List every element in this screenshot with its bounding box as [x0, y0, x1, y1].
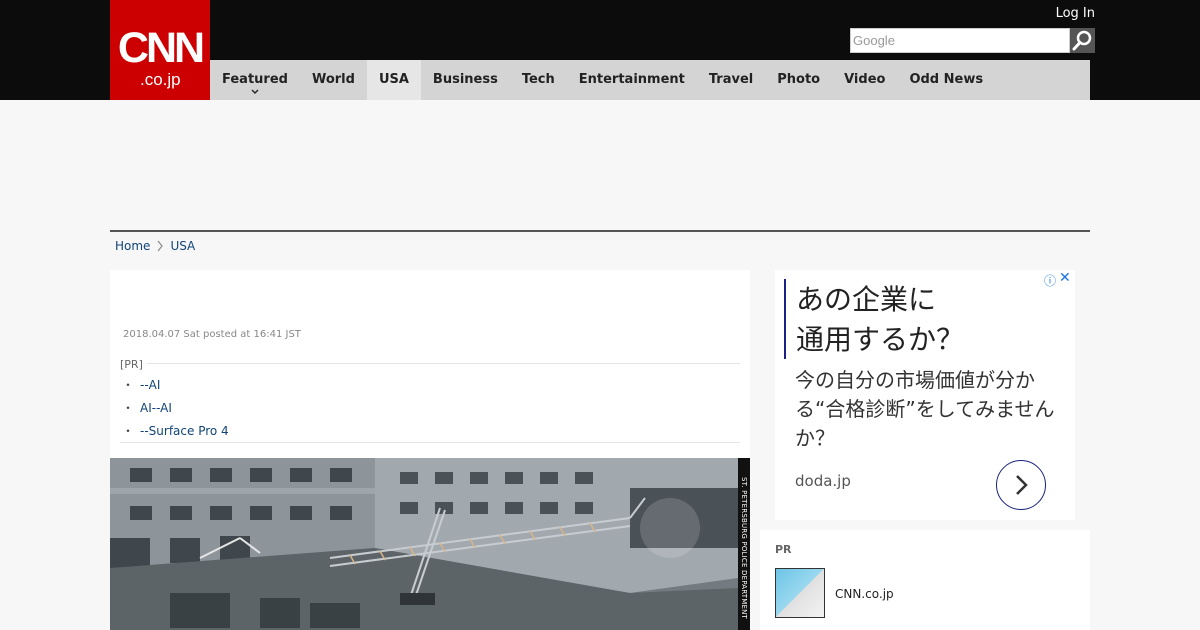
search-button[interactable] [1070, 28, 1095, 53]
pr-link[interactable]: --Surface Pro 4 [140, 424, 229, 438]
nav-item-entertainment[interactable]: Entertainment [567, 60, 697, 100]
pr-divider-bottom [120, 442, 740, 443]
article-photo: ST. PETERSBURG POLICE DEPARTMENT [110, 458, 750, 630]
crane-collapse-illustration [110, 458, 738, 630]
pr-divider-top [120, 363, 740, 364]
nav-item-label: Tech [521, 72, 555, 87]
nav-item-label: World [311, 72, 355, 87]
logo-main-text: CNN [117, 24, 205, 72]
article-date: 2018.04.07 Sat posted at 16:41 JST [123, 329, 301, 340]
ad-accent-bar [784, 279, 786, 359]
list-item[interactable]: ・ --AI [122, 374, 229, 397]
pr-box: PR CNN.co.jp [760, 530, 1090, 630]
pr-link[interactable]: AI--AI [140, 401, 172, 415]
bullet: ・ [122, 378, 135, 392]
main-nav: Featured World USA Business Tech Enterta… [210, 60, 1090, 100]
ad-domain: doda.jp [795, 472, 851, 490]
login-link[interactable]: Log In [1056, 6, 1095, 21]
breadcrumb-home[interactable]: Home [115, 239, 150, 253]
nav-item-label: Photo [777, 72, 821, 87]
nav-item-video[interactable]: Video [832, 60, 897, 100]
ad-headline-line-2: 通用するか？ [796, 323, 965, 356]
nav-item-photo[interactable]: Photo [765, 60, 832, 100]
nav-item-odd-news[interactable]: Odd News [897, 60, 995, 100]
chevron-right-icon [157, 240, 164, 252]
ad-close-icon[interactable]: ✕ [1059, 270, 1071, 286]
search-icon [1072, 30, 1092, 51]
nav-item-featured[interactable]: Featured [210, 60, 300, 100]
ad-headline-line-1: あの企業に [796, 283, 937, 316]
pr-label: [PR] [120, 358, 147, 371]
nav-item-label: Business [432, 72, 498, 87]
cnn-logo[interactable]: CNN .co.jp [110, 0, 210, 100]
pr-box-label: PR [775, 543, 792, 556]
nav-item-label: Video [844, 72, 886, 87]
ad-banner[interactable]: あの企業に 通用するか？ 今の自分の市場価値が分かる“合格診断”をしてみませんか… [775, 270, 1075, 520]
nav-item-label: Featured [222, 72, 288, 87]
chevron-down-icon [251, 89, 259, 94]
chevron-right-icon [1016, 475, 1028, 495]
breadcrumb-usa[interactable]: USA [170, 239, 195, 253]
ad-headline: あの企業に 通用するか？ [796, 280, 964, 360]
list-item[interactable]: ・ AI--AI [122, 397, 229, 420]
article-card: 2018.04.07 Sat posted at 16:41 JST [PR] … [110, 270, 750, 630]
nav-item-label: Entertainment [578, 72, 685, 87]
ad-body: 今の自分の市場価値が分かる“合格診断”をしてみませんか？ [795, 368, 1055, 450]
pr-thumbnail[interactable] [775, 568, 825, 618]
logo-sub-text: .co.jp [140, 70, 181, 89]
nav-item-label: USA [378, 72, 409, 87]
pr-box-title[interactable]: CNN.co.jp [835, 587, 894, 601]
photo-credit: ST. PETERSBURG POLICE DEPARTMENT [740, 476, 748, 620]
nav-item-business[interactable]: Business [421, 60, 510, 100]
ad-info-icon[interactable]: ⓘ [1044, 272, 1056, 289]
nav-item-label: Travel [708, 72, 754, 87]
section-divider [110, 230, 1090, 232]
list-item[interactable]: ・ --Surface Pro 4 [122, 420, 229, 443]
pr-link[interactable]: --AI [140, 378, 160, 392]
nav-item-label: Odd News [909, 72, 984, 87]
nav-item-tech[interactable]: Tech [510, 60, 567, 100]
photo-credit-bar: ST. PETERSBURG POLICE DEPARTMENT [738, 458, 750, 630]
bullet: ・ [122, 424, 135, 438]
nav-item-usa[interactable]: USA [366, 60, 421, 100]
search-input[interactable]: Google [850, 28, 1070, 53]
breadcrumb: Home USA [115, 238, 195, 254]
bullet: ・ [122, 401, 135, 415]
pr-link-list: ・ --AI ・ AI--AI ・ --Surface Pro 4 [122, 374, 229, 443]
nav-item-travel[interactable]: Travel [697, 60, 765, 100]
ad-arrow-button[interactable] [996, 460, 1046, 510]
nav-item-world[interactable]: World [300, 60, 367, 100]
